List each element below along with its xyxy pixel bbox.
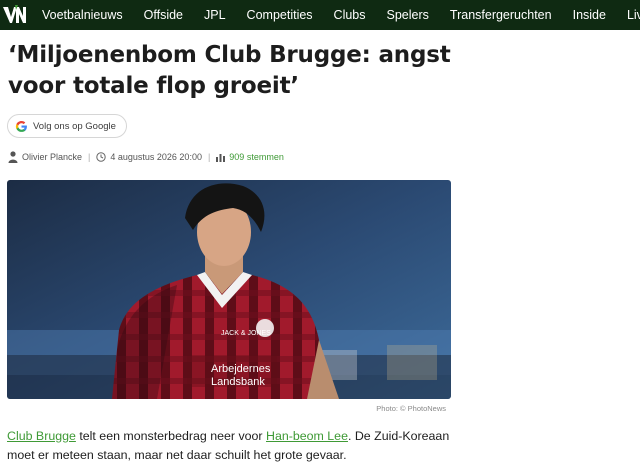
nav-item-offside[interactable]: Offside bbox=[144, 8, 183, 22]
top-navigation: Voetbalnieuws Offside JPL Competities Cl… bbox=[0, 0, 640, 30]
author-name[interactable]: Olivier Plancke bbox=[22, 152, 82, 162]
link-han-beom-lee[interactable]: Han-beom Lee bbox=[266, 429, 348, 443]
meta-divider: | bbox=[88, 152, 91, 162]
article-title-line-1: ‘Miljoenenbom Club Brugge: angst bbox=[8, 42, 451, 68]
shirt-sponsor-1: JACK & JONES bbox=[221, 330, 271, 337]
lead-text-1: telt een monsterbedrag neer voor bbox=[75, 429, 266, 443]
clock-icon bbox=[96, 152, 107, 162]
shirt-sponsor-2b: Landsbank bbox=[211, 376, 265, 388]
article-title: ‘Miljoenenbom Club Brugge: angst voor to… bbox=[8, 40, 608, 102]
player-photo-image: JACK & JONES Arbejdernes Landsbank bbox=[7, 180, 451, 399]
vote-count[interactable]: 909 stemmen bbox=[229, 152, 284, 162]
article-meta: Olivier Plancke | 4 augustus 2026 20:00 … bbox=[8, 150, 284, 164]
article-lead: Club Brugge telt een monsterbedrag neer … bbox=[7, 427, 467, 465]
google-icon bbox=[15, 120, 28, 133]
follow-on-google-button[interactable]: Volg ons op Google bbox=[7, 114, 127, 138]
article-title-line-2: voor totale flop groeit’ bbox=[8, 73, 299, 99]
link-club-brugge[interactable]: Club Brugge bbox=[7, 429, 76, 443]
nav-item-transfergeruchten[interactable]: Transfergeruchten bbox=[450, 8, 552, 22]
nav-item-livescore[interactable]: Livescore bbox=[627, 8, 640, 22]
logo-icon bbox=[3, 5, 26, 23]
author-avatar-icon bbox=[8, 151, 18, 163]
photo-credit: Photo: © PhotoNews bbox=[376, 404, 446, 413]
nav-item-spelers[interactable]: Spelers bbox=[387, 8, 429, 22]
nav-item-inside[interactable]: Inside bbox=[573, 8, 606, 22]
nav-item-competities[interactable]: Competities bbox=[247, 8, 313, 22]
nav-item-voetbalnieuws[interactable]: Voetbalnieuws bbox=[42, 8, 123, 22]
nav-menu: Voetbalnieuws Offside JPL Competities Cl… bbox=[42, 0, 640, 30]
article-photo: JACK & JONES Arbejdernes Landsbank bbox=[7, 180, 451, 399]
site-logo[interactable] bbox=[2, 0, 28, 30]
nav-item-jpl[interactable]: JPL bbox=[204, 8, 226, 22]
follow-on-google-label: Volg ons op Google bbox=[33, 120, 116, 132]
publish-date: 4 augustus 2026 20:00 bbox=[110, 152, 202, 162]
meta-divider: | bbox=[207, 152, 211, 162]
bar-chart-icon bbox=[216, 153, 226, 162]
shirt-sponsor-2a: Arbejdernes bbox=[211, 363, 271, 375]
nav-item-clubs[interactable]: Clubs bbox=[334, 8, 366, 22]
